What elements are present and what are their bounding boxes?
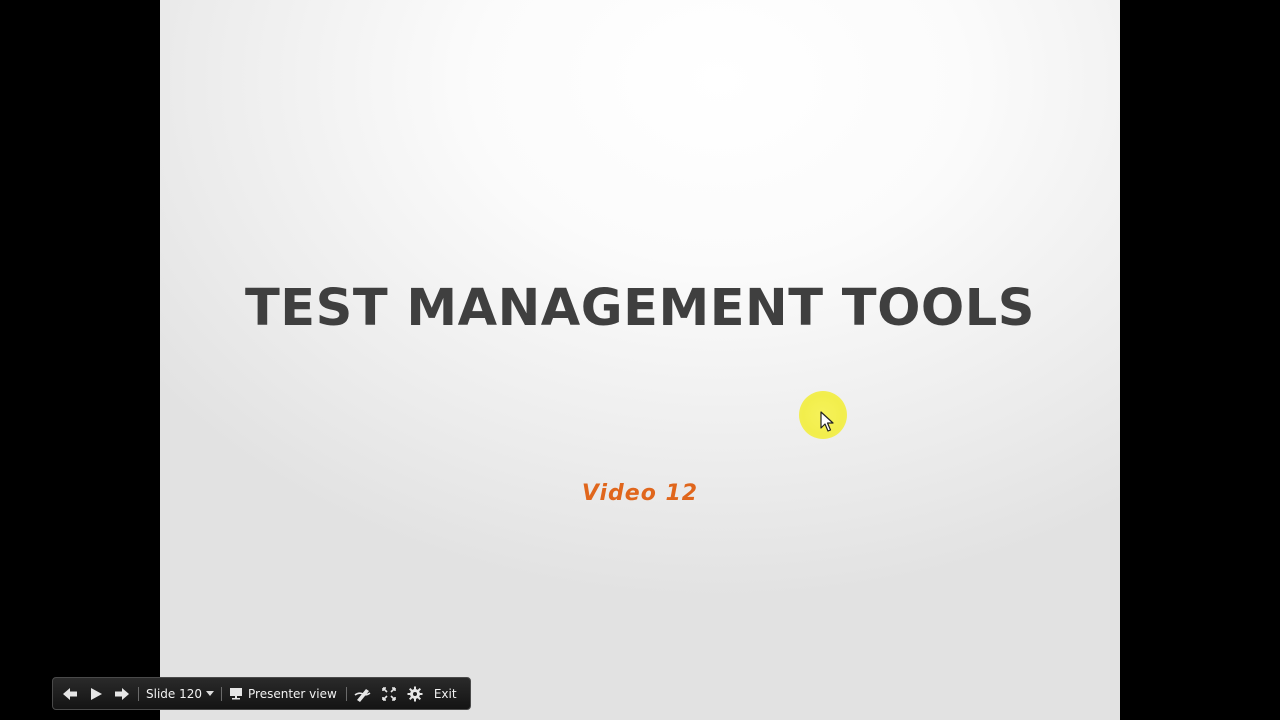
- chevron-down-icon: [206, 691, 215, 696]
- presenter-view-label: Presenter view: [248, 686, 337, 701]
- fullscreen-button[interactable]: [376, 677, 402, 710]
- slide-selector-dropdown[interactable]: Slide 120: [142, 677, 218, 710]
- arrow-left-icon: [63, 687, 77, 700]
- arrow-right-icon: [115, 687, 129, 700]
- pen-icon: [354, 688, 371, 702]
- exit-button[interactable]: Exit: [428, 677, 465, 710]
- toolbar-divider: [345, 686, 347, 701]
- monitor-icon: [230, 688, 243, 700]
- slide-canvas[interactable]: TEST MANAGEMENT TOOLS Video 12: [160, 0, 1120, 720]
- slide-title: TEST MANAGEMENT TOOLS: [244, 279, 1036, 338]
- mouse-pointer-icon: [820, 411, 834, 432]
- slide-subtitle: Video 12: [581, 481, 699, 506]
- exit-label: Exit: [433, 686, 457, 701]
- settings-button[interactable]: [402, 677, 428, 710]
- toolbar-divider: [138, 686, 139, 701]
- gear-icon: [407, 686, 423, 701]
- next-slide-button[interactable]: [109, 677, 135, 710]
- fullscreen-icon: [382, 686, 396, 701]
- previous-slide-button[interactable]: [57, 677, 83, 710]
- toolbar-divider: [221, 686, 223, 701]
- slideshow-toolbar: Slide 120 Presenter view Exit: [52, 677, 471, 710]
- slide-selector-label: Slide 120: [146, 686, 203, 701]
- play-button[interactable]: [83, 677, 109, 710]
- presenter-view-button[interactable]: Presenter view: [225, 677, 343, 710]
- pen-tool-button[interactable]: [350, 677, 376, 710]
- play-icon: [91, 687, 102, 700]
- presentation-stage: TEST MANAGEMENT TOOLS Video 12 Slide 120: [0, 0, 1280, 720]
